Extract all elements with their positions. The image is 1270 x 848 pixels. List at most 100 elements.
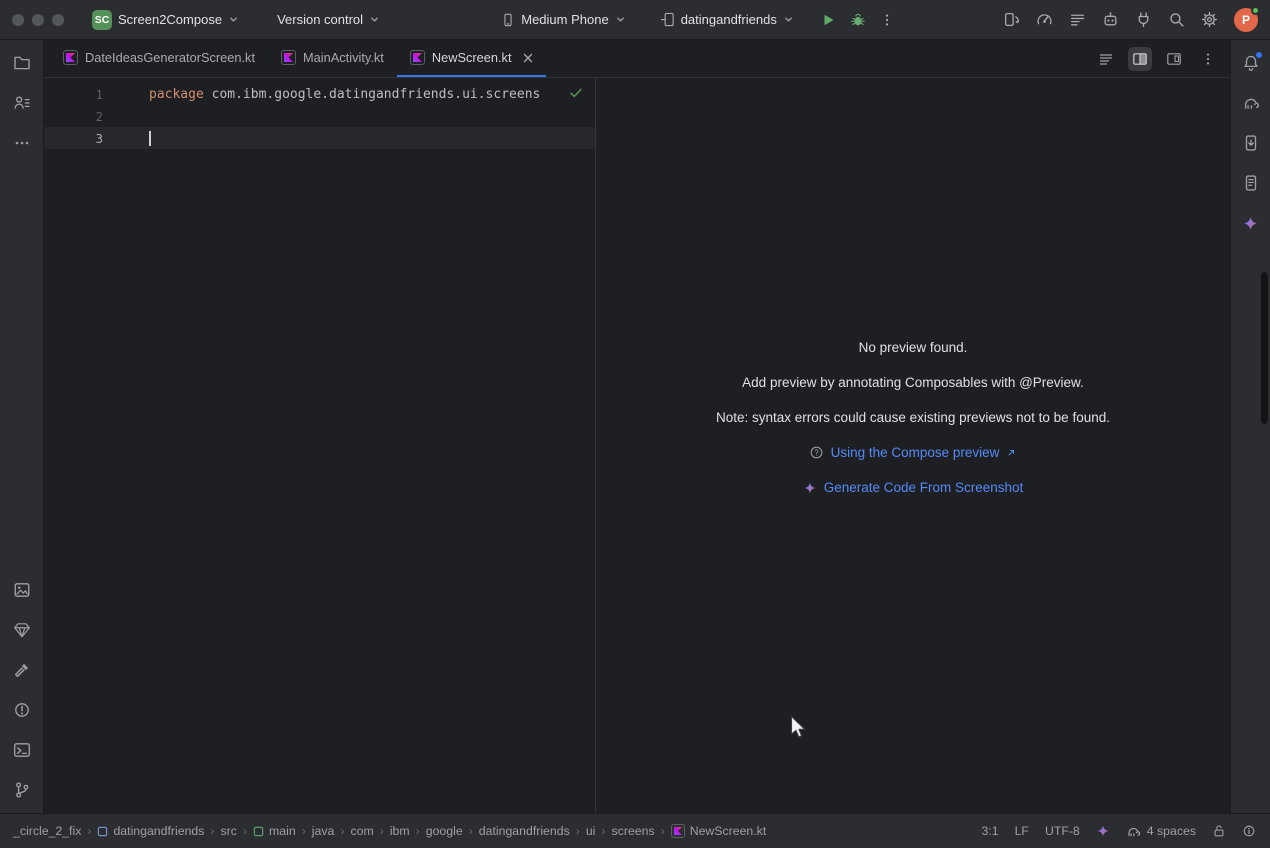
- project-badge: SC: [92, 10, 112, 30]
- run-toolbar: Medium Phone datingandfriends: [495, 8, 894, 31]
- version-control-branch-icon[interactable]: [11, 779, 33, 801]
- sdk-manager-icon[interactable]: [1135, 11, 1152, 28]
- project-folder-icon[interactable]: [11, 52, 33, 74]
- running-devices-icon[interactable]: [1003, 11, 1020, 28]
- resource-manager-icon[interactable]: [11, 579, 33, 601]
- version-control-widget[interactable]: Version control: [271, 8, 386, 31]
- left-tool-strip: [0, 40, 44, 813]
- info-icon[interactable]: [1242, 824, 1256, 838]
- line-separator-widget[interactable]: LF: [1015, 824, 1029, 838]
- caret-position-widget[interactable]: 3:1: [981, 824, 998, 838]
- terminal-icon[interactable]: [11, 739, 33, 761]
- line-number-gutter[interactable]: 1: [44, 87, 119, 102]
- kotlin-file-icon: [410, 50, 425, 65]
- inspections-ok-check-icon[interactable]: [569, 86, 583, 100]
- tab-label: DateIdeasGeneratorScreen.kt: [85, 50, 255, 65]
- readonly-lock-icon[interactable]: [1212, 824, 1226, 838]
- more-actions-button[interactable]: [880, 13, 894, 27]
- project-widget[interactable]: SC Screen2Compose: [86, 6, 245, 34]
- tab-dateideasgeneratorscreen[interactable]: DateIdeasGeneratorScreen.kt: [50, 40, 268, 77]
- line-number-gutter[interactable]: 2: [44, 109, 119, 124]
- gem-icon[interactable]: [11, 619, 33, 641]
- kotlin-file-icon: [671, 824, 685, 838]
- preview-hint-text: Add preview by annotating Composables wi…: [742, 375, 1084, 390]
- settings-gear-icon[interactable]: [1201, 11, 1218, 28]
- commit-icon[interactable]: [11, 92, 33, 114]
- status-bar-widgets: 3:1 LF UTF-8 4 spaces: [981, 824, 1260, 839]
- line-number-gutter[interactable]: 3: [44, 131, 119, 146]
- avatar[interactable]: P: [1234, 8, 1258, 32]
- generate-code-link[interactable]: Generate Code From Screenshot: [824, 480, 1024, 495]
- tab-label: NewScreen.kt: [432, 50, 512, 65]
- main-area: DateIdeasGeneratorScreen.kt MainActivity…: [0, 40, 1270, 813]
- help-question-icon: ?: [809, 445, 824, 460]
- close-tab-icon[interactable]: [523, 53, 533, 63]
- ai-assistant-icon[interactable]: [1102, 11, 1119, 28]
- project-name: Screen2Compose: [118, 12, 222, 27]
- breadcrumb-item[interactable]: java: [309, 823, 338, 839]
- online-status-dot: [1251, 6, 1260, 15]
- breadcrumb-separator: ›: [241, 824, 249, 838]
- breadcrumb-item[interactable]: ui: [583, 823, 599, 839]
- indent-widget[interactable]: 4 spaces: [1126, 824, 1196, 839]
- svg-text:?: ?: [814, 448, 819, 457]
- gemini-status-icon[interactable]: [1096, 824, 1110, 838]
- gemini-star-icon[interactable]: [1240, 212, 1262, 234]
- breadcrumb-separator: ›: [338, 824, 346, 838]
- run-button[interactable]: [820, 12, 836, 28]
- left-strip-bottom-group: [11, 579, 33, 801]
- avatar-initial: P: [1242, 13, 1250, 27]
- more-tool-windows-icon[interactable]: [11, 132, 33, 154]
- no-preview-title: No preview found.: [859, 340, 968, 355]
- breadcrumb-item[interactable]: screens: [609, 823, 658, 839]
- code-editor[interactable]: 1 package com.ibm.google.datingandfriend…: [44, 78, 596, 813]
- gradle-icon[interactable]: [1240, 92, 1262, 114]
- debug-button[interactable]: [850, 12, 866, 28]
- keyword-token: package: [149, 87, 204, 102]
- problems-icon[interactable]: [11, 699, 33, 721]
- breadcrumb-item[interactable]: src: [218, 823, 240, 839]
- android-studio-window: SC Screen2Compose Version control Medium…: [0, 0, 1270, 848]
- breadcrumb-item[interactable]: _circle_2_fix: [10, 823, 84, 839]
- editor-current-line: 3: [44, 127, 595, 149]
- kotlin-file-icon: [281, 50, 296, 65]
- breadcrumb-item[interactable]: google: [423, 823, 466, 839]
- run-configuration-selector[interactable]: datingandfriends: [654, 8, 800, 31]
- breadcrumb-separator: ›: [85, 824, 93, 838]
- notification-dot: [1256, 52, 1262, 58]
- breadcrumb-item[interactable]: datingandfriends: [94, 823, 207, 839]
- chevron-down-icon: [228, 14, 239, 25]
- breadcrumb-item-file[interactable]: NewScreen.kt: [668, 823, 770, 839]
- breadcrumb-separator: ›: [599, 824, 607, 838]
- tab-mainactivity[interactable]: MainActivity.kt: [268, 40, 397, 77]
- status-bar: _circle_2_fix › datingandfriends › src ›…: [0, 813, 1270, 848]
- breadcrumb-item[interactable]: ibm: [387, 823, 413, 839]
- encoding-widget[interactable]: UTF-8: [1045, 824, 1080, 838]
- right-strip-top-group: [1240, 52, 1262, 234]
- close-window-button[interactable]: [12, 14, 24, 26]
- preview-note-text: Note: syntax errors could cause existing…: [716, 410, 1110, 425]
- search-icon[interactable]: [1168, 11, 1185, 28]
- compose-preview-doc-link[interactable]: Using the Compose preview: [831, 445, 1000, 460]
- chevron-down-icon: [783, 14, 794, 25]
- logcat-icon[interactable]: [1069, 11, 1086, 28]
- code-line: package com.ibm.google.datingandfriends.…: [119, 87, 540, 102]
- profiler-icon[interactable]: [1036, 11, 1053, 28]
- device-selector[interactable]: Medium Phone: [495, 8, 631, 31]
- zoom-window-button[interactable]: [52, 14, 64, 26]
- scrollbar-thumb[interactable]: [1261, 272, 1268, 424]
- tab-newscreen[interactable]: NewScreen.kt: [397, 40, 546, 77]
- breadcrumb-item[interactable]: com: [347, 823, 376, 839]
- breadcrumb-separator: ›: [378, 824, 386, 838]
- phone-icon: [501, 13, 515, 27]
- device-explorer-icon[interactable]: [1240, 172, 1262, 194]
- device-manager-icon[interactable]: [1240, 132, 1262, 154]
- chevron-down-icon: [615, 14, 626, 25]
- breadcrumb-item[interactable]: main: [250, 823, 299, 839]
- right-tool-strip: [1230, 40, 1270, 813]
- notifications-bell-icon[interactable]: [1240, 52, 1262, 74]
- minimize-window-button[interactable]: [32, 14, 44, 26]
- breadcrumb-item[interactable]: datingandfriends: [476, 823, 573, 839]
- build-hammer-icon[interactable]: [11, 659, 33, 681]
- gradle-elephant-icon: [1126, 824, 1141, 839]
